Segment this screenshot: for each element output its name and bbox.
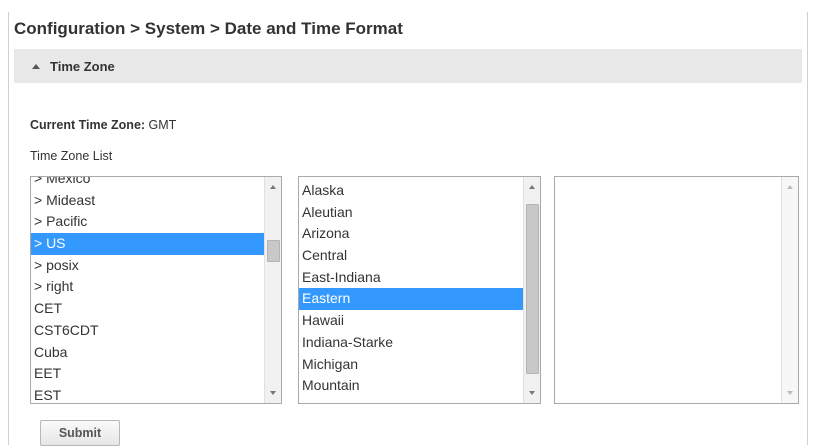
collapse-caret-icon[interactable] (32, 63, 40, 69)
scroll-down-arrow-icon[interactable] (270, 391, 276, 395)
sub-list-scrollbar (781, 177, 798, 403)
list-option[interactable]: EET (31, 363, 281, 385)
list-option[interactable]: > right (31, 276, 281, 298)
list-option[interactable]: > Pacific (31, 211, 281, 233)
zone-listbox[interactable]: Alaska Aleutian Arizona Central East-Indiana… (298, 176, 541, 404)
list-option[interactable]: Hawaii (299, 310, 540, 332)
list-option[interactable]: Alaska (299, 180, 540, 202)
scroll-down-arrow-icon (787, 391, 793, 395)
scroll-up-arrow-icon[interactable] (270, 185, 276, 189)
region-list-scrollbar[interactable] (264, 177, 281, 403)
list-option[interactable]: Cuba (31, 342, 281, 364)
region-listbox[interactable]: > Mexico > Mideast > Pacific > US > posix > r… (30, 176, 282, 404)
list-option[interactable]: CST6CDT (31, 320, 281, 342)
list-option[interactable]: Michigan (299, 354, 540, 376)
zone-list-scrollbar[interactable] (523, 177, 540, 403)
list-option[interactable]: Eastern (299, 288, 540, 311)
time-zone-list-label: Time Zone List (30, 149, 113, 163)
list-option[interactable]: > US (31, 233, 281, 255)
list-option[interactable]: > Mideast (31, 190, 281, 212)
current-time-zone: Current Time Zone: GMT (30, 118, 176, 132)
list-option[interactable]: > Mexico (31, 177, 281, 190)
scroll-down-arrow-icon[interactable] (529, 391, 535, 395)
list-option[interactable]: EST (31, 385, 281, 403)
list-option[interactable]: Aleutian (299, 202, 540, 224)
current-time-zone-value: GMT (148, 118, 177, 132)
scroll-thumb[interactable] (526, 204, 539, 374)
list-option[interactable]: East-Indiana (299, 267, 540, 289)
scroll-thumb[interactable] (267, 240, 280, 262)
scroll-up-arrow-icon (787, 185, 793, 189)
scroll-up-arrow-icon[interactable] (529, 185, 535, 189)
list-option[interactable]: Arizona (299, 223, 540, 245)
list-option[interactable]: Indiana-Starke (299, 332, 540, 354)
section-title: Time Zone (50, 58, 115, 74)
sub-zone-listbox[interactable] (554, 176, 799, 404)
breadcrumb: Configuration > System > Date and Time F… (14, 19, 403, 38)
list-option[interactable]: Central (299, 245, 540, 267)
list-option[interactable]: > posix (31, 255, 281, 277)
submit-button[interactable]: Submit (40, 420, 120, 446)
current-time-zone-label: Current Time Zone: (30, 118, 146, 132)
list-option[interactable]: CET (31, 298, 281, 320)
list-option[interactable]: Mountain (299, 375, 540, 397)
time-zone-section-header[interactable]: Time Zone (14, 49, 802, 83)
